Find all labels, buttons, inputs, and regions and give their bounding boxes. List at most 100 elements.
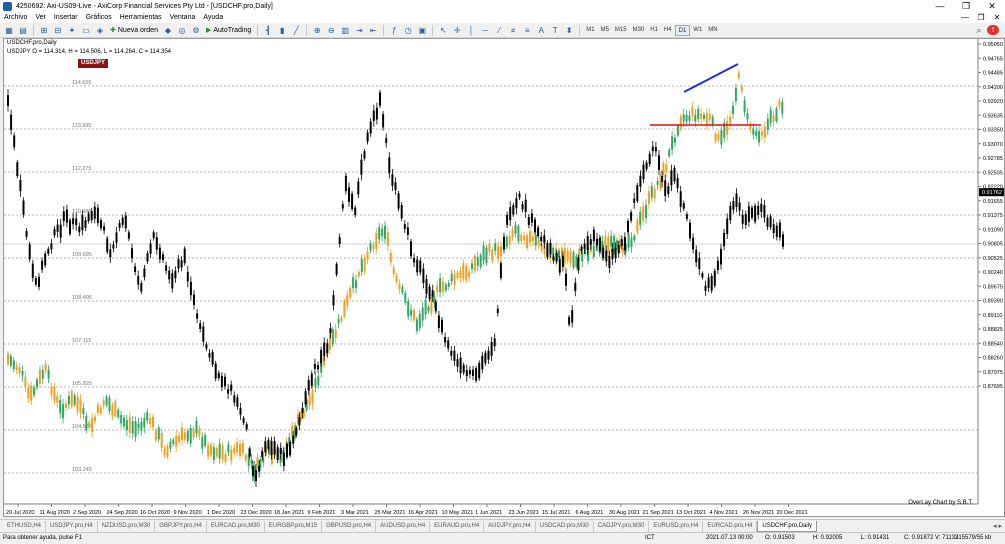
chart-canvas[interactable]: 0.95050 0.94765 0.94485 0.94200 0.93920 0.936… (4, 39, 1005, 517)
minimize-button[interactable]: — (927, 0, 953, 12)
timeframe-m30[interactable]: M30 (630, 25, 648, 36)
usdchf-candle (273, 441, 276, 455)
overlay-candle (218, 443, 221, 459)
maximize-button[interactable]: ❐ (953, 0, 979, 12)
timeframe-mn[interactable]: MN (705, 25, 720, 36)
menu-ver[interactable]: Ver (31, 14, 50, 21)
chart-tab[interactable]: EURAUD.pro,H4 (430, 520, 485, 532)
overlay-candle (105, 396, 108, 406)
terminal-icon[interactable]: ▭ (80, 24, 92, 36)
current-price-label: 0.91762 (982, 190, 1002, 196)
market-watch-icon[interactable]: ⊞ (38, 24, 50, 36)
templates-icon[interactable]: ▣ (416, 24, 428, 36)
signals-icon[interactable]: ◎ (176, 24, 188, 36)
usdchf-candle (701, 273, 704, 278)
overlay-symbol-badge[interactable]: USDJPY (78, 59, 108, 68)
usdchf-candle (524, 199, 527, 212)
chart-tab-active[interactable]: USDCHF.pro,Daily (757, 520, 818, 532)
trendline[interactable] (683, 63, 739, 93)
doc-close-button[interactable]: ✕ (989, 12, 1005, 23)
chart-tab[interactable]: USDCAD.pro,M30 (536, 520, 594, 532)
doc-restore-button[interactable]: ❐ (973, 12, 989, 23)
usdchf-candle (614, 247, 617, 258)
menu-insertar[interactable]: Insertar (50, 14, 82, 21)
search-icon[interactable]: ⌕ (973, 24, 985, 36)
zoom-in-icon[interactable]: ⊕ (311, 24, 323, 36)
zoom-out-icon[interactable]: ⊖ (325, 24, 337, 36)
chart-tab[interactable]: USDJPY.pro,H4 (46, 520, 98, 532)
overlay-candle (236, 442, 239, 453)
chart-tab[interactable]: ETHUSD,H4 (3, 520, 47, 532)
overlay-candle (497, 245, 500, 259)
chart-tab[interactable]: GBPUSD.pro,H4 (322, 520, 377, 532)
tab-scroll-arrows[interactable]: ◂ ▸ (990, 522, 1005, 530)
time-tick-label: 13 Oct 2021 (676, 510, 706, 516)
usdchf-candle (534, 219, 536, 233)
menu-archivo[interactable]: Archivo (0, 14, 31, 21)
overlay-candle (398, 283, 401, 290)
notification-icon[interactable]: ! (987, 25, 999, 35)
chart-tab[interactable]: AUDUSD.pro,H4 (376, 520, 431, 532)
overlay-candle (111, 405, 114, 417)
data-window-icon[interactable]: ⊟ (52, 24, 64, 36)
timeframe-h4[interactable]: H4 (661, 25, 675, 36)
overlay-candle (317, 376, 320, 386)
menu-ayuda[interactable]: Ayuda (199, 14, 227, 21)
autotrading-button[interactable]: ▶ AutoTrading (204, 24, 253, 36)
chart-shift-icon[interactable]: ⇤ (367, 24, 379, 36)
profiles-icon[interactable]: ▤ (17, 24, 29, 36)
menu-ventana[interactable]: Ventana (166, 14, 200, 21)
overlay-candle (456, 272, 459, 279)
timeframe-m5[interactable]: M5 (598, 25, 612, 36)
chart-tab[interactable]: AUDJPY.pro,H4 (484, 520, 536, 532)
autoscroll-icon[interactable]: ⇥ (353, 24, 365, 36)
chart-tab[interactable]: EURCAD.pro,M30 (207, 520, 265, 532)
bar-chart-icon[interactable]: ┫ (262, 24, 274, 36)
new-chart-icon[interactable]: ▦ (3, 24, 15, 36)
chart-tab[interactable]: CADJPY.pro,M30 (594, 520, 650, 532)
doc-minimize-button[interactable]: — (957, 12, 973, 23)
chart-tab[interactable]: EURCAD.pro,H4 (703, 520, 758, 532)
horizontal-line-icon[interactable]: ─ (479, 24, 491, 36)
timeframe-h1[interactable]: H1 (647, 25, 661, 36)
fibonacci-icon[interactable]: ≡ (521, 24, 533, 36)
text-label-icon[interactable]: T (549, 24, 561, 36)
new-order-label: Nueva orden (117, 26, 158, 34)
close-button[interactable]: ✕ (979, 0, 1005, 12)
timeframe-w1[interactable]: W1 (690, 25, 705, 36)
periods-icon[interactable]: ◷ (402, 24, 414, 36)
arrows-icon[interactable]: ⬍ (563, 24, 575, 36)
candlestick-icon[interactable]: ▮ (276, 24, 288, 36)
overlay-candle (24, 376, 27, 387)
menu-graficos[interactable]: Gráficos (82, 14, 116, 21)
chart-tab[interactable]: EURUSD.pro,H4 (649, 520, 704, 532)
usdchf-candle (475, 368, 478, 381)
tile-windows-icon[interactable]: ▥ (339, 24, 351, 36)
overlay-candle (413, 310, 415, 320)
cursor-icon[interactable]: ↖ (437, 24, 449, 36)
chart-window[interactable]: 0.95050 0.94765 0.94485 0.94200 0.93920 0.936… (3, 38, 1005, 517)
crosshair-icon[interactable]: ✛ (451, 24, 463, 36)
indicators-icon[interactable]: ƒ (388, 24, 400, 36)
overlay-candle (592, 245, 595, 258)
usdchf-candle (47, 248, 50, 254)
metaeditor-icon[interactable]: ◆ (162, 24, 174, 36)
timeframe-m1[interactable]: M1 (583, 25, 597, 36)
new-order-button[interactable]: ✚ Nueva orden (108, 24, 160, 36)
settings-icon[interactable]: ⚙ (190, 24, 202, 36)
menu-herramientas[interactable]: Herramientas (116, 14, 166, 21)
chart-tab[interactable]: EURGBP.pro,M15 (265, 520, 323, 532)
timeframe-m15[interactable]: M15 (612, 25, 630, 36)
chart-tab[interactable]: NZDUSD.pro,M30 (98, 520, 156, 532)
vertical-line-icon[interactable]: │ (465, 24, 477, 36)
line-chart-icon[interactable]: ╱ (290, 24, 302, 36)
overlay-candle (386, 232, 389, 246)
tester-icon[interactable]: ◈ (94, 24, 106, 36)
timeframe-d1[interactable]: D1 (674, 24, 691, 36)
trendline-icon[interactable]: ⁄ (493, 24, 505, 36)
equidistant-channel-icon[interactable]: ≠ (507, 24, 519, 36)
text-icon[interactable]: A (535, 24, 547, 36)
navigator-icon[interactable]: ✦ (66, 24, 78, 36)
overlay-candle (737, 72, 740, 78)
chart-tab[interactable]: GBPJPY.pro,H4 (155, 520, 207, 532)
